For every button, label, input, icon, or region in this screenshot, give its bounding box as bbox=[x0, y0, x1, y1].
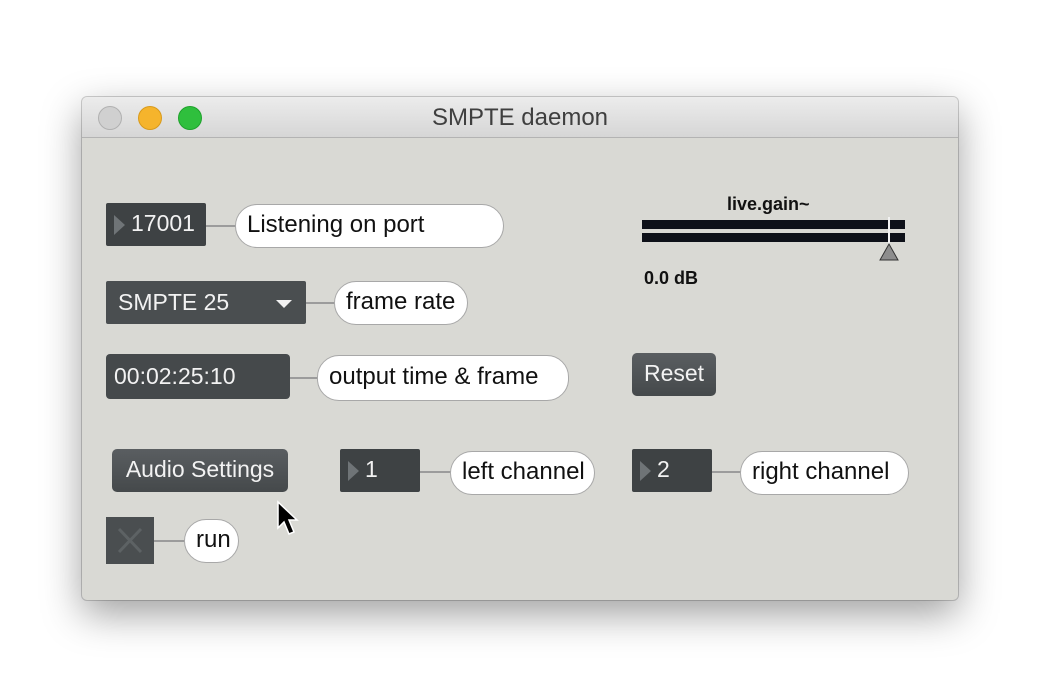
gain-readout: 0.0 dB bbox=[644, 268, 699, 288]
mouse-cursor-icon bbox=[277, 500, 299, 535]
left-channel-value: 1 bbox=[365, 456, 378, 482]
run-toggle[interactable] bbox=[106, 517, 154, 564]
number-box-arrow-icon bbox=[348, 460, 359, 481]
port-number-box[interactable]: 17001 bbox=[106, 203, 206, 246]
right-channel-number-box[interactable]: 2 bbox=[632, 449, 712, 492]
patch-cord bbox=[154, 540, 186, 542]
frame-rate-comment: frame rate bbox=[334, 281, 468, 325]
gain-slider[interactable] bbox=[642, 217, 905, 267]
gain-handle-line bbox=[888, 217, 890, 244]
gain-meter-right bbox=[642, 233, 905, 242]
left-channel-comment: left channel bbox=[450, 451, 595, 495]
smpte-daemon-window: SMPTE daemon 17001 Listening on port SMP… bbox=[82, 97, 958, 600]
patch-cord bbox=[306, 302, 336, 304]
gain-meter-left bbox=[642, 220, 905, 229]
time-value: 00:02:25:10 bbox=[114, 363, 236, 389]
patch-cord bbox=[420, 471, 452, 473]
patch-cord bbox=[712, 471, 742, 473]
window-title: SMPTE daemon bbox=[431, 104, 609, 131]
chevron-down-icon bbox=[276, 300, 292, 308]
port-comment: Listening on port bbox=[235, 204, 504, 248]
right-channel-comment: right channel bbox=[740, 451, 909, 495]
number-box-arrow-icon bbox=[114, 214, 125, 235]
left-channel-number-box[interactable]: 1 bbox=[340, 449, 420, 492]
gain-title: live.gain~ bbox=[727, 194, 810, 214]
title-bar[interactable]: SMPTE daemon bbox=[82, 97, 958, 138]
run-comment: run bbox=[184, 519, 239, 563]
port-value: 17001 bbox=[131, 210, 195, 236]
patch-cord bbox=[206, 225, 236, 227]
time-comment: output time & frame bbox=[317, 355, 569, 401]
x-icon bbox=[117, 527, 143, 554]
frame-rate-selected: SMPTE 25 bbox=[118, 289, 230, 315]
audio-settings-button[interactable]: Audio Settings bbox=[112, 449, 288, 492]
number-box-arrow-icon bbox=[640, 460, 651, 481]
time-output-box[interactable]: 00:02:25:10 bbox=[106, 354, 290, 399]
gain-thumb-triangle-icon[interactable] bbox=[879, 243, 899, 261]
right-channel-value: 2 bbox=[657, 456, 670, 482]
patch-cord bbox=[290, 377, 320, 379]
frame-rate-dropdown[interactable]: SMPTE 25 bbox=[106, 281, 306, 324]
reset-button[interactable]: Reset bbox=[632, 353, 716, 396]
